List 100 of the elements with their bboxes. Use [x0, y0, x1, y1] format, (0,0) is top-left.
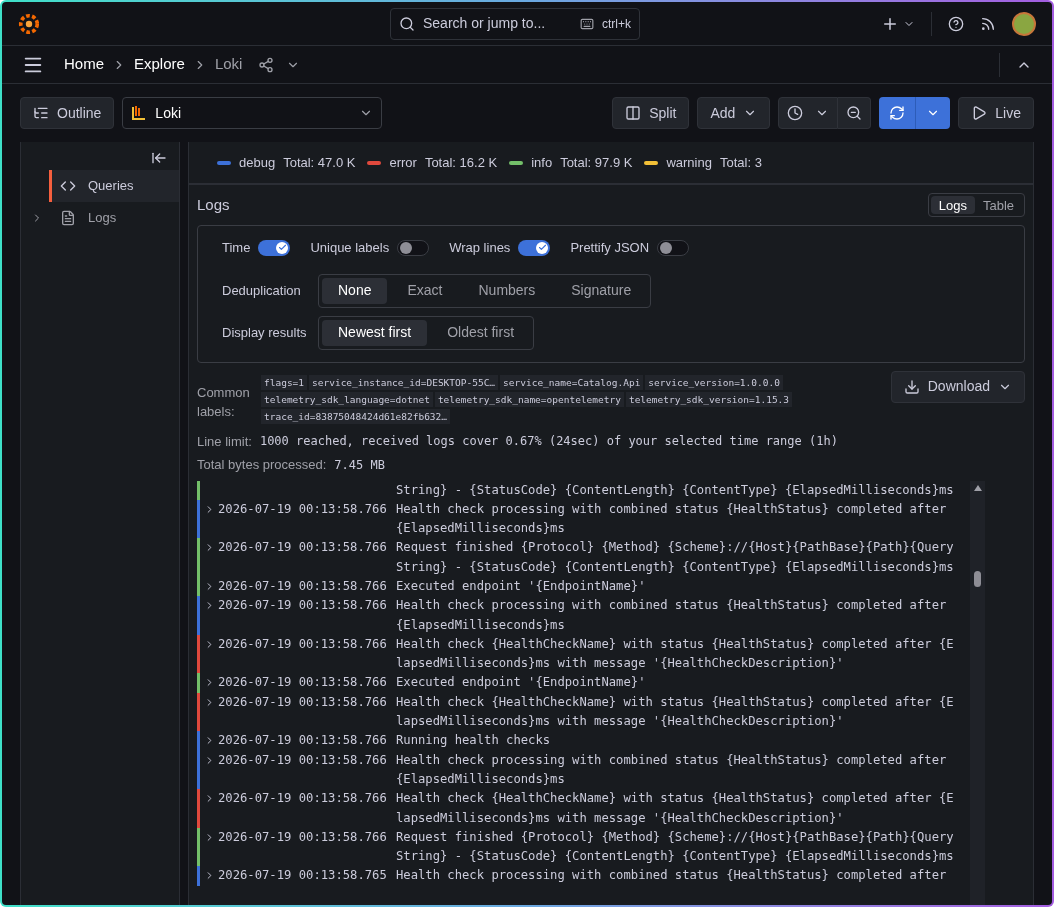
- scroll-up-icon[interactable]: [973, 484, 982, 491]
- log-message: String} - {StatusCode} {ContentLength} {ContentType} {ElapsedMilliseconds}ms: [396, 558, 954, 576]
- avatar[interactable]: [1012, 11, 1036, 36]
- log-timestamp: 2026-07-19 00:13:58.766: [218, 675, 387, 690]
- log-row[interactable]: 2026-07-19 00:13:58.766 Executed endpoint '{EndpointName}': [197, 577, 970, 597]
- log-message: Running health checks: [396, 732, 551, 750]
- share-icon[interactable]: [258, 56, 275, 73]
- check-icon: [277, 243, 287, 253]
- keyboard-icon: [580, 16, 594, 31]
- expand-icon: [204, 754, 215, 766]
- segment-option[interactable]: Newest first: [322, 319, 428, 346]
- time-picker-button[interactable]: [778, 97, 839, 129]
- segment-option[interactable]: Numbers: [462, 277, 552, 304]
- download-button[interactable]: Download: [890, 370, 1025, 403]
- log-message: Health check processing with combined status {HealthStatus} completed after: [396, 751, 947, 769]
- log-timestamp: 2026-07-19 00:13:58.766: [218, 598, 387, 613]
- loki-logo-icon: [131, 105, 148, 121]
- log-row[interactable]: 2026-07-19 00:13:58.766 Health check {HealthCheckName} with status {HealthStatus} completed after {E lapsedMilliseconds}ms with message '{HealthCheckDescription}': [197, 692, 970, 732]
- label-chip: trace_id=83875048424d61e82fb632…: [261, 408, 451, 424]
- search-input[interactable]: Search or jump to...: [423, 13, 572, 34]
- log-timestamp: 2026-07-19 00:13:58.766: [218, 733, 387, 748]
- list-icon: [33, 105, 49, 121]
- segment-option[interactable]: None: [322, 277, 388, 304]
- live-button[interactable]: Live: [958, 97, 1034, 129]
- rss-icon[interactable]: [980, 15, 996, 32]
- toggle-label: Time: [222, 239, 251, 257]
- breadcrumb-link[interactable]: Home: [60, 53, 108, 76]
- legend-label: debug: [239, 153, 276, 172]
- log-message: Health check {HealthCheckName} with status {HealthStatus} completed after {E: [396, 635, 954, 653]
- log-message: String} - {StatusCode} {ContentLength} {ContentType} {ElapsedMilliseconds}ms: [396, 481, 954, 499]
- log-message: Request finished {Protocol} {Method} {Scheme}://{Host}{PathBase}{Path}{Query: [396, 828, 954, 846]
- log-timestamp: 2026-07-19 00:13:58.766: [218, 829, 387, 844]
- log-row[interactable]: 2026-07-19 00:13:58.766 Health check processing with combined status {HealthStatus} completed after {ElapsedMilliseconds}ms: [197, 499, 970, 539]
- bytes-value: 7.45 MB: [334, 456, 385, 474]
- common-labels-label: Common labels:: [197, 383, 251, 421]
- log-row[interactable]: 2026-07-19 00:13:58.766 Request finished {Protocol} {Method} {Scheme}://{Host}{PathBase}{Path}{Query String} - {StatusCode} {ContentLength} {ContentType} {ElapsedMilliseconds}ms: [197, 827, 970, 867]
- toggle-label: Prettify JSON: [570, 239, 650, 257]
- toggle-label: Unique labels: [310, 239, 390, 257]
- log-timestamp: 2026-07-19 00:13:58.765: [218, 868, 387, 883]
- label-chip: telemetry_sdk_name=opentelemetry: [434, 391, 624, 407]
- search-field[interactable]: Search or jump to... ctrl+k: [390, 7, 640, 40]
- refresh-button[interactable]: [879, 97, 916, 129]
- toggle-switch[interactable]: [518, 239, 551, 256]
- log-row[interactable]: String} - {StatusCode} {ContentLength} {ContentType} {ElapsedMilliseconds}ms: [197, 480, 970, 500]
- refresh-interval-button[interactable]: [915, 97, 951, 129]
- view-tab[interactable]: Logs: [930, 196, 975, 214]
- breadcrumb-link[interactable]: Explore: [130, 53, 189, 76]
- breadcrumb-link[interactable]: Loki: [210, 53, 247, 76]
- refresh-icon: [889, 105, 906, 121]
- split-button[interactable]: Split: [612, 97, 690, 129]
- label-chip: flags=1: [261, 374, 308, 390]
- scrollbar-thumb[interactable]: [974, 570, 981, 587]
- label-chip: telemetry_sdk_language=dotnet: [261, 391, 433, 407]
- shortcut-hint: ctrl+k: [602, 15, 631, 33]
- segment-option[interactable]: Oldest first: [431, 319, 531, 346]
- panel-title: Logs: [197, 194, 230, 215]
- log-file-icon: [60, 210, 76, 226]
- outline-button[interactable]: Outline: [20, 97, 115, 129]
- label-chip: telemetry_sdk_version=1.15.3: [625, 391, 793, 407]
- sidebar-item[interactable]: Logs: [49, 202, 179, 234]
- log-row[interactable]: 2026-07-19 00:13:58.766 Health check {HealthCheckName} with status {HealthStatus} completed after {E lapsedMilliseconds}ms with message '{HealthCheckDescription}': [197, 789, 970, 828]
- log-row[interactable]: 2026-07-19 00:13:58.766 Health check processing with combined status {HealthStatus} completed after {ElapsedMilliseconds}ms: [197, 596, 970, 635]
- log-row[interactable]: 2026-07-19 00:13:58.766 Health check processing with combined status {HealthStatus} completed after {ElapsedMilliseconds}ms: [197, 750, 970, 790]
- toggle-switch[interactable]: [657, 239, 690, 256]
- segment-option[interactable]: Signature: [555, 277, 648, 304]
- log-row[interactable]: 2026-07-19 00:13:58.766 Request finished {Protocol} {Method} {Scheme}://{Host}{PathBase}{Path}{Query String} - {StatusCode} {ContentLength} {ContentType} {ElapsedMilliseconds}ms: [197, 538, 970, 577]
- option-label: Deduplication: [222, 281, 302, 300]
- log-message: Executed endpoint '{EndpointName}': [396, 578, 646, 595]
- bytes-label: Total bytes processed:: [197, 456, 327, 474]
- logo-icon[interactable]: [18, 12, 40, 35]
- label-chip: service_version=1.0.0.0: [645, 374, 783, 390]
- label-chip: service_name=Catalog.Api: [500, 374, 644, 390]
- line-limit-label: Line limit:: [197, 432, 252, 451]
- log-row[interactable]: 2026-07-19 00:13:58.765 Health check processing with combined status {HealthStatus} completed after: [197, 866, 970, 886]
- toggle-switch[interactable]: [397, 239, 430, 256]
- zoom-out-button[interactable]: [838, 97, 872, 129]
- legend-label: error: [389, 153, 417, 172]
- help-icon[interactable]: [948, 15, 964, 32]
- view-tab[interactable]: Table: [974, 196, 1022, 214]
- collapse-sidebar-icon[interactable]: [151, 150, 167, 166]
- log-row[interactable]: 2026-07-19 00:13:58.766 Health check {HealthCheckName} with status {HealthStatus} completed after {E lapsedMilliseconds}ms with message '{HealthCheckDescription}': [197, 634, 970, 674]
- clock-icon: [787, 105, 804, 121]
- datasource-select[interactable]: Loki: [122, 97, 383, 129]
- add-button[interactable]: Add: [697, 97, 771, 129]
- log-timestamp: 2026-07-19 00:13:58.766: [218, 636, 387, 651]
- toggle-switch[interactable]: [258, 239, 291, 256]
- log-timestamp: 2026-07-19 00:13:58.766: [218, 694, 387, 709]
- log-message: Health check {HealthCheckName} with status {HealthStatus} completed after {E: [396, 693, 954, 711]
- log-row[interactable]: 2026-07-19 00:13:58.766 Executed endpoint '{EndpointName}': [197, 673, 970, 693]
- segment-option[interactable]: Exact: [391, 277, 459, 304]
- legend-label: info: [531, 153, 553, 172]
- log-message: String} - {StatusCode} {ContentLength} {ContentType} {ElapsedMilliseconds}ms: [396, 848, 954, 866]
- sidebar-item[interactable]: Queries: [49, 170, 179, 202]
- log-message: {ElapsedMilliseconds}ms: [396, 770, 566, 788]
- log-message: Health check processing with combined status {HealthStatus} completed after: [396, 597, 947, 615]
- log-message: lapsedMilliseconds}ms with message '{HealthCheckDescription}': [396, 713, 845, 731]
- log-row[interactable]: 2026-07-19 00:13:58.766 Running health checks: [197, 731, 970, 751]
- download-icon: [903, 378, 920, 395]
- code-icon: [60, 178, 76, 194]
- log-message: Health check processing with combined status {HealthStatus} completed after: [396, 500, 947, 518]
